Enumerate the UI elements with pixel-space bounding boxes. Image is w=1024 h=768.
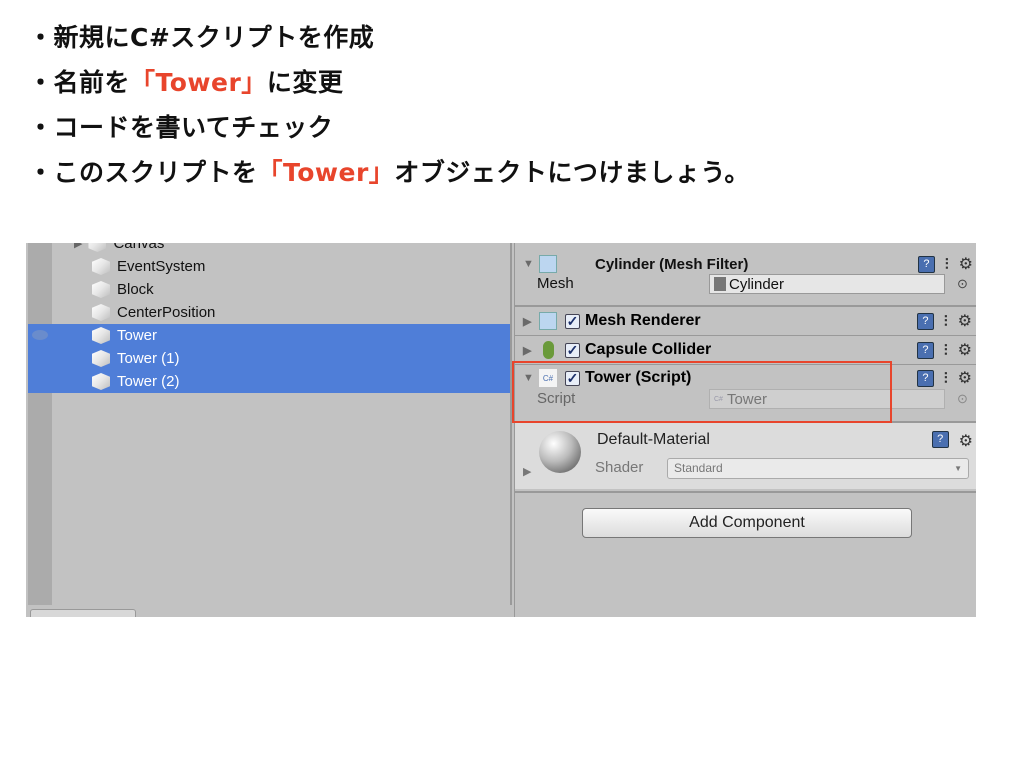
shader-value: Standard — [674, 461, 723, 475]
bullet-3: ・コードを書いてチェック — [28, 113, 334, 142]
mesh-renderer-icon — [539, 312, 557, 330]
gameobject-icon — [88, 243, 107, 252]
component-title: Mesh Renderer — [585, 312, 701, 329]
dropdown-arrow-icon: ▼ — [954, 464, 962, 473]
expand-arrow-icon[interactable]: ▶ — [523, 465, 531, 478]
divider — [515, 335, 976, 336]
capsule-collider-checkbox[interactable]: ✓ — [565, 342, 580, 358]
material-section: ▶ Default-Material Shader Standard ▼ ? ⚙ — [515, 423, 976, 489]
unity-editor-screenshot: ▶ Canvas EventSystem Block CenterPosition… — [26, 243, 976, 617]
expand-arrow-icon[interactable]: ▶ — [74, 243, 82, 250]
bullet-4: ・このスクリプトを「Tower」オブジェクトにつけましょう。 — [28, 153, 750, 189]
component-title: Capsule Collider — [585, 341, 712, 358]
bullet-4-pre: ・このスクリプトを — [28, 158, 258, 187]
preset-icon[interactable]: ⫶ — [944, 313, 948, 330]
expand-arrow-icon[interactable]: ▶ — [523, 315, 539, 328]
project-tab[interactable] — [30, 609, 136, 617]
mesh-renderer-header[interactable]: ▶ ✓ Mesh Renderer — [523, 310, 701, 332]
capsule-collider-header[interactable]: ▶ ✓ Capsule Collider — [523, 339, 711, 361]
item-label: Tower (1) — [117, 350, 180, 367]
gear-icon[interactable]: ⚙ — [958, 368, 972, 388]
hierarchy-gutter — [28, 243, 52, 605]
bullet-2: ・名前を「Tower」に変更 — [28, 63, 343, 99]
bullet-4-post: オブジェクトにつけましょう。 — [394, 158, 750, 187]
mesh-filter-header[interactable]: ▼ Cylinder (Mesh Filter) — [523, 253, 748, 275]
gameobject-icon — [92, 281, 110, 298]
mesh-label: Mesh — [537, 275, 574, 292]
bullet-4-highlight: 「Tower」 — [257, 158, 395, 187]
item-label: Tower — [117, 327, 158, 344]
hierarchy-item-block[interactable]: Block — [92, 278, 154, 301]
gear-icon[interactable]: ⚙ — [959, 254, 973, 274]
shader-label: Shader — [595, 459, 644, 476]
gear-icon[interactable]: ⚙ — [958, 311, 972, 331]
gear-icon[interactable]: ⚙ — [959, 431, 973, 451]
component-tools: ? ⫶ ⚙ — [916, 311, 972, 331]
tower-script-highlight-box — [512, 361, 892, 423]
item-label: EventSystem — [117, 258, 206, 275]
item-label: Tower (2) — [117, 373, 180, 390]
material-preview-sphere — [539, 431, 581, 473]
preset-icon[interactable]: ⫶ — [944, 370, 948, 387]
preset-icon[interactable]: ⫶ — [945, 256, 949, 273]
material-tools: ? ⚙ — [931, 431, 973, 451]
collapse-arrow-icon[interactable]: ▼ — [523, 258, 539, 270]
divider — [515, 305, 976, 307]
hierarchy-panel: ▶ Canvas EventSystem Block CenterPosition… — [26, 243, 512, 605]
gameobject-icon — [92, 373, 110, 390]
mesh-filter-icon — [539, 255, 557, 273]
component-title: Cylinder (Mesh Filter) — [595, 255, 749, 273]
object-picker-icon: ⊙ — [957, 391, 968, 406]
gameobject-icon — [92, 258, 110, 275]
component-tools: ? ⫶ ⚙ — [916, 368, 972, 388]
hierarchy-item-centerposition[interactable]: CenterPosition — [92, 301, 215, 324]
eye-icon[interactable] — [32, 330, 48, 340]
help-icon[interactable]: ? — [931, 431, 949, 448]
expand-arrow-icon[interactable]: ▶ — [523, 344, 539, 357]
help-icon[interactable]: ? — [916, 312, 934, 330]
shader-dropdown[interactable]: Standard ▼ — [667, 458, 969, 479]
hierarchy-item-tower-2[interactable]: Tower (2) — [92, 370, 180, 393]
mesh-icon — [714, 277, 726, 291]
item-label: Canvas — [113, 243, 165, 252]
gear-icon[interactable]: ⚙ — [958, 340, 972, 360]
bullet-2-pre: ・名前を — [28, 68, 131, 97]
bullet-2-highlight: 「Tower」 — [130, 68, 267, 97]
component-tools: ? ⫶ ⚙ — [916, 340, 972, 360]
mesh-field[interactable]: Cylinder — [709, 274, 945, 294]
preset-icon[interactable]: ⫶ — [944, 342, 948, 359]
capsule-icon — [543, 341, 554, 359]
mesh-value: Cylinder — [729, 275, 785, 293]
divider — [515, 491, 976, 493]
bullet-1: ・新規にC#スクリプトを作成 — [28, 23, 375, 52]
hierarchy-item-eventsystem[interactable]: EventSystem — [92, 255, 205, 278]
bullet-2-post: に変更 — [266, 68, 344, 97]
help-icon[interactable]: ? — [916, 369, 934, 387]
object-picker-icon[interactable]: ⊙ — [957, 276, 968, 292]
gameobject-icon — [92, 304, 110, 321]
material-name: Default-Material — [597, 431, 710, 448]
item-label: Block — [117, 281, 154, 298]
gameobject-icon — [92, 350, 110, 367]
hierarchy-item-canvas[interactable]: ▶ Canvas — [74, 243, 165, 255]
inspector-panel: ▼ Cylinder (Mesh Filter) ? ⫶ ⚙ Mesh Cylind… — [514, 243, 976, 617]
gameobject-icon — [92, 327, 110, 344]
mesh-renderer-checkbox[interactable]: ✓ — [565, 313, 580, 329]
hierarchy-item-tower-1[interactable]: Tower (1) — [92, 347, 180, 370]
help-icon[interactable]: ? — [917, 255, 935, 273]
hierarchy-item-tower[interactable]: Tower — [92, 324, 157, 347]
item-label: CenterPosition — [117, 304, 216, 321]
component-tools: ? ⫶ ⚙ — [917, 254, 973, 274]
add-component-button[interactable]: Add Component — [582, 508, 912, 538]
help-icon[interactable]: ? — [916, 341, 934, 359]
